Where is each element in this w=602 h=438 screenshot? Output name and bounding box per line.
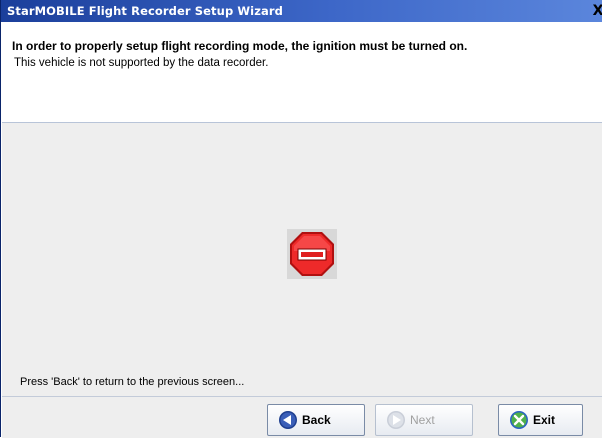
next-arrow-icon (387, 411, 405, 429)
next-button-label: Next (410, 413, 435, 427)
header-subtitle: This vehicle is not supported by the dat… (14, 57, 269, 69)
back-arrow-icon (279, 411, 297, 429)
status-message: Press 'Back' to return to the previous s… (20, 376, 245, 388)
exit-button-label: Exit (533, 413, 556, 427)
wizard-header: In order to properly setup flight record… (2, 22, 602, 123)
close-icon[interactable]: X (591, 3, 602, 19)
wizard-window: StarMOBILE Flight Recorder Setup Wizard … (0, 0, 602, 438)
exit-button[interactable]: Exit (498, 404, 583, 436)
title-bar[interactable]: StarMOBILE Flight Recorder Setup Wizard … (1, 0, 602, 22)
window-title: StarMOBILE Flight Recorder Setup Wizard (7, 4, 283, 18)
back-button[interactable]: Back (267, 404, 365, 436)
next-button[interactable]: Next (375, 404, 473, 436)
back-button-label: Back (302, 413, 331, 427)
stop-sign-icon (287, 229, 337, 279)
header-title: In order to properly setup flight record… (12, 39, 468, 53)
exit-x-icon (510, 411, 528, 429)
